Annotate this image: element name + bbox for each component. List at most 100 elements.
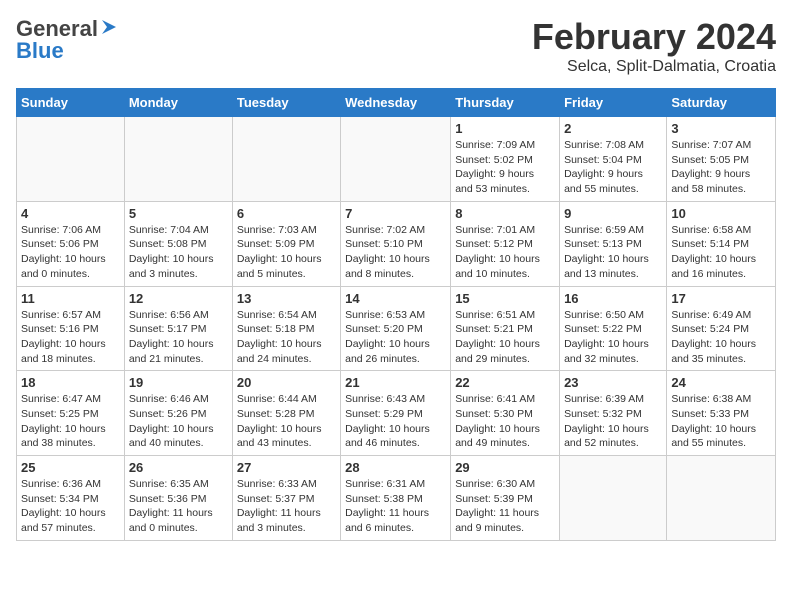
- day-info-18: Sunrise: 6:47 AMSunset: 5:25 PMDaylight:…: [21, 392, 120, 451]
- page-subtitle: Selca, Split-Dalmatia, Croatia: [532, 58, 776, 76]
- empty-cell: [124, 117, 232, 202]
- day-info-23: Sunrise: 6:39 AMSunset: 5:32 PMDaylight:…: [564, 392, 662, 451]
- day-number-10: 10: [671, 206, 771, 221]
- day-cell-23: 23 Sunrise: 6:39 AMSunset: 5:32 PMDayligh…: [560, 371, 667, 456]
- day-cell-8: 8 Sunrise: 7:01 AMSunset: 5:12 PMDaylight…: [451, 201, 560, 286]
- day-number-9: 9: [564, 206, 662, 221]
- day-cell-6: 6Sunrise: 7:03 AMSunset: 5:09 PMDaylight…: [232, 201, 340, 286]
- logo-blue-text: Blue: [16, 38, 64, 64]
- day-cell-17: 17Sunrise: 6:49 AMSunset: 5:24 PMDayligh…: [667, 286, 776, 371]
- week-row-3: 11 Sunrise: 6:57 AMSunset: 5:16 PMDayligh…: [17, 286, 776, 371]
- day-info-14: Sunrise: 6:53 AMSunset: 5:20 PMDaylight:…: [345, 308, 446, 367]
- day-number-5: 5: [129, 206, 228, 221]
- logo: General Blue: [16, 16, 118, 64]
- day-cell-13: 13 Sunrise: 6:54 AMSunset: 5:18 PMDayligh…: [232, 286, 340, 371]
- day-info-29: Sunrise: 6:30 AMSunset: 5:39 PMDaylight:…: [455, 477, 555, 536]
- day-info-21: Sunrise: 6:43 AMSunset: 5:29 PMDaylight:…: [345, 392, 446, 451]
- day-cell-4: 4Sunrise: 7:06 AMSunset: 5:06 PMDaylight…: [17, 201, 125, 286]
- weekday-header-monday: Monday: [124, 89, 232, 117]
- day-cell-1: 1Sunrise: 7:09 AMSunset: 5:02 PMDaylight…: [451, 117, 560, 202]
- day-cell-25: 25Sunrise: 6:36 AMSunset: 5:34 PMDayligh…: [17, 456, 125, 541]
- weekday-header-friday: Friday: [560, 89, 667, 117]
- day-info-5: Sunrise: 7:04 AMSunset: 5:08 PMDaylight:…: [129, 223, 228, 282]
- title-block: February 2024 Selca, Split-Dalmatia, Cro…: [532, 16, 776, 76]
- day-number-22: 22: [455, 375, 555, 390]
- day-info-13: Sunrise: 6:54 AMSunset: 5:18 PMDaylight:…: [237, 308, 336, 367]
- empty-cell: [341, 117, 451, 202]
- day-cell-20: 20 Sunrise: 6:44 AMSunset: 5:28 PMDayligh…: [232, 371, 340, 456]
- day-cell-12: 12 Sunrise: 6:56 AMSunset: 5:17 PMDayligh…: [124, 286, 232, 371]
- day-cell-27: 27 Sunrise: 6:33 AMSunset: 5:37 PMDayligh…: [232, 456, 340, 541]
- day-number-26: 26: [129, 460, 228, 475]
- day-number-27: 27: [237, 460, 336, 475]
- page-header: General Blue February 2024 Selca, Split-…: [16, 16, 776, 76]
- day-number-21: 21: [345, 375, 446, 390]
- day-number-3: 3: [671, 121, 771, 136]
- day-info-8: Sunrise: 7:01 AMSunset: 5:12 PMDaylight:…: [455, 223, 555, 282]
- day-number-12: 12: [129, 291, 228, 306]
- day-number-18: 18: [21, 375, 120, 390]
- day-info-12: Sunrise: 6:56 AMSunset: 5:17 PMDaylight:…: [129, 308, 228, 367]
- header-row: SundayMondayTuesdayWednesdayThursdayFrid…: [17, 89, 776, 117]
- day-number-24: 24: [671, 375, 771, 390]
- day-number-8: 8: [455, 206, 555, 221]
- day-info-20: Sunrise: 6:44 AMSunset: 5:28 PMDaylight:…: [237, 392, 336, 451]
- day-number-16: 16: [564, 291, 662, 306]
- day-info-19: Sunrise: 6:46 AMSunset: 5:26 PMDaylight:…: [129, 392, 228, 451]
- day-info-9: Sunrise: 6:59 AMSunset: 5:13 PMDaylight:…: [564, 223, 662, 282]
- day-number-28: 28: [345, 460, 446, 475]
- day-info-2: Sunrise: 7:08 AMSunset: 5:04 PMDaylight:…: [564, 138, 662, 197]
- week-row-4: 18 Sunrise: 6:47 AMSunset: 5:25 PMDayligh…: [17, 371, 776, 456]
- week-row-1: 1Sunrise: 7:09 AMSunset: 5:02 PMDaylight…: [17, 117, 776, 202]
- day-cell-15: 15 Sunrise: 6:51 AMSunset: 5:21 PMDayligh…: [451, 286, 560, 371]
- day-info-4: Sunrise: 7:06 AMSunset: 5:06 PMDaylight:…: [21, 223, 120, 282]
- day-info-11: Sunrise: 6:57 AMSunset: 5:16 PMDaylight:…: [21, 308, 120, 367]
- calendar-table: SundayMondayTuesdayWednesdayThursdayFrid…: [16, 88, 776, 541]
- day-number-20: 20: [237, 375, 336, 390]
- day-number-29: 29: [455, 460, 555, 475]
- day-info-17: Sunrise: 6:49 AMSunset: 5:24 PMDaylight:…: [671, 308, 771, 367]
- day-cell-14: 14 Sunrise: 6:53 AMSunset: 5:20 PMDayligh…: [341, 286, 451, 371]
- day-info-25: Sunrise: 6:36 AMSunset: 5:34 PMDaylight:…: [21, 477, 120, 536]
- day-number-23: 23: [564, 375, 662, 390]
- day-number-13: 13: [237, 291, 336, 306]
- day-cell-29: 29 Sunrise: 6:30 AMSunset: 5:39 PMDayligh…: [451, 456, 560, 541]
- weekday-header-thursday: Thursday: [451, 89, 560, 117]
- day-cell-26: 26Sunrise: 6:35 AMSunset: 5:36 PMDayligh…: [124, 456, 232, 541]
- day-cell-10: 10 Sunrise: 6:58 AMSunset: 5:14 PMDayligh…: [667, 201, 776, 286]
- day-info-22: Sunrise: 6:41 AMSunset: 5:30 PMDaylight:…: [455, 392, 555, 451]
- day-cell-2: 2 Sunrise: 7:08 AMSunset: 5:04 PMDaylight…: [560, 117, 667, 202]
- day-info-15: Sunrise: 6:51 AMSunset: 5:21 PMDaylight:…: [455, 308, 555, 367]
- day-info-6: Sunrise: 7:03 AMSunset: 5:09 PMDaylight:…: [237, 223, 336, 282]
- day-number-19: 19: [129, 375, 228, 390]
- day-cell-21: 21 Sunrise: 6:43 AMSunset: 5:29 PMDayligh…: [341, 371, 451, 456]
- day-info-27: Sunrise: 6:33 AMSunset: 5:37 PMDaylight:…: [237, 477, 336, 536]
- day-number-2: 2: [564, 121, 662, 136]
- week-row-5: 25Sunrise: 6:36 AMSunset: 5:34 PMDayligh…: [17, 456, 776, 541]
- day-cell-18: 18 Sunrise: 6:47 AMSunset: 5:25 PMDayligh…: [17, 371, 125, 456]
- day-info-28: Sunrise: 6:31 AMSunset: 5:38 PMDaylight:…: [345, 477, 446, 536]
- day-cell-7: 7Sunrise: 7:02 AMSunset: 5:10 PMDaylight…: [341, 201, 451, 286]
- day-info-3: Sunrise: 7:07 AMSunset: 5:05 PMDaylight:…: [671, 138, 771, 197]
- weekday-header-sunday: Sunday: [17, 89, 125, 117]
- empty-cell: [232, 117, 340, 202]
- page-title: February 2024: [532, 16, 776, 58]
- day-cell-22: 22 Sunrise: 6:41 AMSunset: 5:30 PMDayligh…: [451, 371, 560, 456]
- day-number-15: 15: [455, 291, 555, 306]
- weekday-header-tuesday: Tuesday: [232, 89, 340, 117]
- day-cell-3: 3 Sunrise: 7:07 AMSunset: 5:05 PMDaylight…: [667, 117, 776, 202]
- empty-cell: [667, 456, 776, 541]
- day-info-24: Sunrise: 6:38 AMSunset: 5:33 PMDaylight:…: [671, 392, 771, 451]
- empty-cell: [17, 117, 125, 202]
- day-cell-11: 11 Sunrise: 6:57 AMSunset: 5:16 PMDayligh…: [17, 286, 125, 371]
- day-cell-19: 19 Sunrise: 6:46 AMSunset: 5:26 PMDayligh…: [124, 371, 232, 456]
- day-number-11: 11: [21, 291, 120, 306]
- day-cell-16: 16Sunrise: 6:50 AMSunset: 5:22 PMDayligh…: [560, 286, 667, 371]
- day-cell-28: 28 Sunrise: 6:31 AMSunset: 5:38 PMDayligh…: [341, 456, 451, 541]
- week-row-2: 4Sunrise: 7:06 AMSunset: 5:06 PMDaylight…: [17, 201, 776, 286]
- day-cell-24: 24 Sunrise: 6:38 AMSunset: 5:33 PMDayligh…: [667, 371, 776, 456]
- day-number-14: 14: [345, 291, 446, 306]
- logo-arrow-icon: [100, 18, 118, 36]
- day-info-1: Sunrise: 7:09 AMSunset: 5:02 PMDaylight:…: [455, 138, 555, 197]
- day-info-10: Sunrise: 6:58 AMSunset: 5:14 PMDaylight:…: [671, 223, 771, 282]
